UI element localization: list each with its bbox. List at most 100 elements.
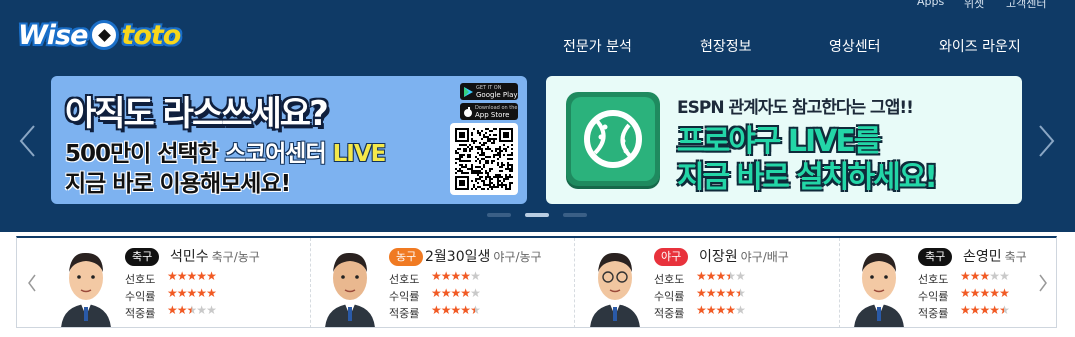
star-empty-icon: ★ — [735, 303, 746, 317]
expert-stat-label: 적중률 — [389, 307, 420, 320]
star-full-icon: ★ — [431, 286, 442, 300]
expert-stat-label: 수익률 — [918, 290, 949, 303]
expert-sport-badge: 축구 — [918, 248, 953, 266]
star-full-icon: ★ — [440, 269, 452, 283]
nav-wise-lounge[interactable]: 와이즈 라운지 — [939, 36, 1021, 56]
apps-link[interactable]: Apps — [917, 0, 944, 8]
star-half-icon: ★ — [186, 303, 198, 317]
widget-link[interactable]: 위젯 — [964, 0, 984, 11]
banner-dot[interactable] — [487, 213, 511, 217]
star-full-icon: ★ — [460, 286, 471, 300]
expert-card[interactable]: 농구 2월30일생 야구/농구 선호도 ★★★★★ 수익률 ★★★★★ 적중률 ★… — [311, 238, 575, 327]
star-full-icon: ★ — [705, 286, 717, 300]
star-full-icon: ★ — [186, 269, 198, 283]
logo-text-left: Wise — [18, 19, 88, 51]
expert-sports: 축구/농구 — [211, 250, 260, 264]
nav-video-center[interactable]: 영상센터 — [829, 36, 881, 56]
rating-stars: ★★★★★ — [431, 269, 481, 283]
star-empty-icon: ★ — [196, 303, 207, 317]
banner-dot-active[interactable] — [525, 213, 549, 217]
star-full-icon: ★ — [705, 303, 717, 317]
star-full-icon: ★ — [715, 269, 727, 283]
qr-code — [450, 123, 518, 195]
logo-text-right: toto — [121, 19, 181, 51]
baseball-app-icon — [566, 92, 660, 186]
star-full-icon: ★ — [186, 286, 198, 300]
expert-avatar[interactable] — [850, 244, 908, 327]
baseball-live-banner[interactable]: ESPN 관계자도 참고한다는 그앱!! 프로야구 LIVE를 지금 바로 설치… — [546, 76, 1022, 204]
star-full-icon: ★ — [979, 303, 991, 317]
expert-avatar[interactable] — [57, 244, 115, 327]
apple-icon — [464, 106, 472, 117]
support-link[interactable]: 고객센터 — [1006, 0, 1046, 11]
star-full-icon: ★ — [999, 286, 1010, 300]
star-half-icon: ★ — [725, 269, 736, 283]
star-full-icon: ★ — [196, 286, 207, 300]
google-play-button[interactable]: GET IT ON Google Play — [460, 83, 518, 100]
scorecenter-banner[interactable]: 아직도 라스쓰세요? 500만이 선택한 스코어센터 LIVE 지금 바로 이용… — [51, 76, 527, 204]
expert-name[interactable]: 석민수 축구/농구 — [170, 246, 260, 266]
expert-name[interactable]: 이장원 야구/배구 — [699, 246, 789, 266]
rating-stars: ★★★★★ — [167, 286, 217, 300]
expert-stat-label: 선호도 — [125, 273, 156, 286]
wisetoto-logo[interactable]: Wise toto — [18, 16, 181, 54]
star-full-icon: ★ — [705, 269, 717, 283]
header: Apps 위젯 고객센터 Wise toto 전문가 분석 현장정보 영상센터 … — [0, 0, 1075, 232]
rating-stars: ★★★★★ — [167, 269, 217, 283]
star-full-icon: ★ — [969, 269, 981, 283]
expert-stat-label: 수익률 — [389, 290, 420, 303]
star-full-icon: ★ — [696, 269, 707, 283]
expert-stat-label: 수익률 — [654, 290, 685, 303]
star-empty-icon: ★ — [999, 269, 1010, 283]
rating-stars: ★★★★★ — [167, 303, 217, 317]
star-full-icon: ★ — [176, 303, 188, 317]
banner1-headline: 아직도 라스쓰세요? — [65, 94, 329, 134]
star-full-icon: ★ — [969, 303, 981, 317]
star-full-icon: ★ — [167, 303, 178, 317]
expert-stat-label: 적중률 — [125, 307, 156, 320]
app-store-button[interactable]: Download on the App Store — [460, 103, 518, 120]
star-full-icon: ★ — [979, 269, 991, 283]
expert-next-arrow-icon[interactable] — [1028, 238, 1056, 327]
banner-next-arrow-icon[interactable] — [1036, 124, 1056, 158]
expert-carousel: 축구 석민수 축구/농구 선호도 ★★★★★ 수익률 ★★★★★ 적중률 ★★★★… — [16, 236, 1057, 328]
expert-avatar[interactable] — [321, 244, 379, 327]
star-full-icon: ★ — [696, 286, 707, 300]
nav-expert-analysis[interactable]: 전문가 분석 — [563, 36, 632, 56]
rating-stars: ★★★★★ — [696, 269, 746, 283]
star-full-icon: ★ — [979, 286, 991, 300]
star-full-icon: ★ — [715, 286, 727, 300]
banner-prev-arrow-icon[interactable] — [18, 124, 38, 158]
banner-dot[interactable] — [563, 213, 587, 217]
expert-card[interactable]: 축구 석민수 축구/농구 선호도 ★★★★★ 수익률 ★★★★★ 적중률 ★★★★… — [47, 238, 311, 327]
star-empty-icon: ★ — [470, 286, 481, 300]
soccer-ball-icon — [89, 20, 120, 50]
rating-stars: ★★★★★ — [431, 303, 481, 317]
expert-name-text: 2월30일생 — [425, 249, 491, 265]
expert-prev-arrow-icon[interactable] — [17, 238, 47, 327]
expert-name[interactable]: 손영민 축구 — [963, 246, 1027, 266]
star-full-icon: ★ — [989, 303, 1000, 317]
star-half-icon: ★ — [735, 286, 746, 300]
expert-sport-badge: 축구 — [125, 248, 160, 266]
expert-avatar[interactable] — [586, 244, 644, 327]
expert-name-text: 손영민 — [963, 249, 1002, 265]
star-full-icon: ★ — [196, 269, 207, 283]
expert-name[interactable]: 2월30일생 야구/농구 — [425, 246, 542, 266]
star-full-icon: ★ — [969, 286, 981, 300]
nav-field-info[interactable]: 현장정보 — [700, 36, 752, 56]
rating-stars: ★★★★★ — [960, 286, 1010, 300]
star-half-icon: ★ — [470, 303, 481, 317]
star-full-icon: ★ — [167, 269, 178, 283]
app-store-label: App Store — [475, 110, 510, 119]
star-full-icon: ★ — [440, 303, 452, 317]
rating-stars: ★★★★★ — [696, 286, 746, 300]
expert-card[interactable]: 야구 이장원 야구/배구 선호도 ★★★★★ 수익률 ★★★★★ 적중률 ★★★★… — [576, 238, 840, 327]
star-full-icon: ★ — [960, 286, 971, 300]
star-full-icon: ★ — [960, 303, 971, 317]
expert-name-text: 석민수 — [170, 249, 209, 265]
expert-sport-badge: 야구 — [654, 248, 689, 266]
star-full-icon: ★ — [431, 269, 442, 283]
expert-card[interactable]: 축구 손영민 축구 선호도 ★★★★★ 수익률 ★★★★★ 적중률 ★★★★★ — [840, 238, 1030, 327]
rating-stars: ★★★★★ — [960, 269, 1010, 283]
